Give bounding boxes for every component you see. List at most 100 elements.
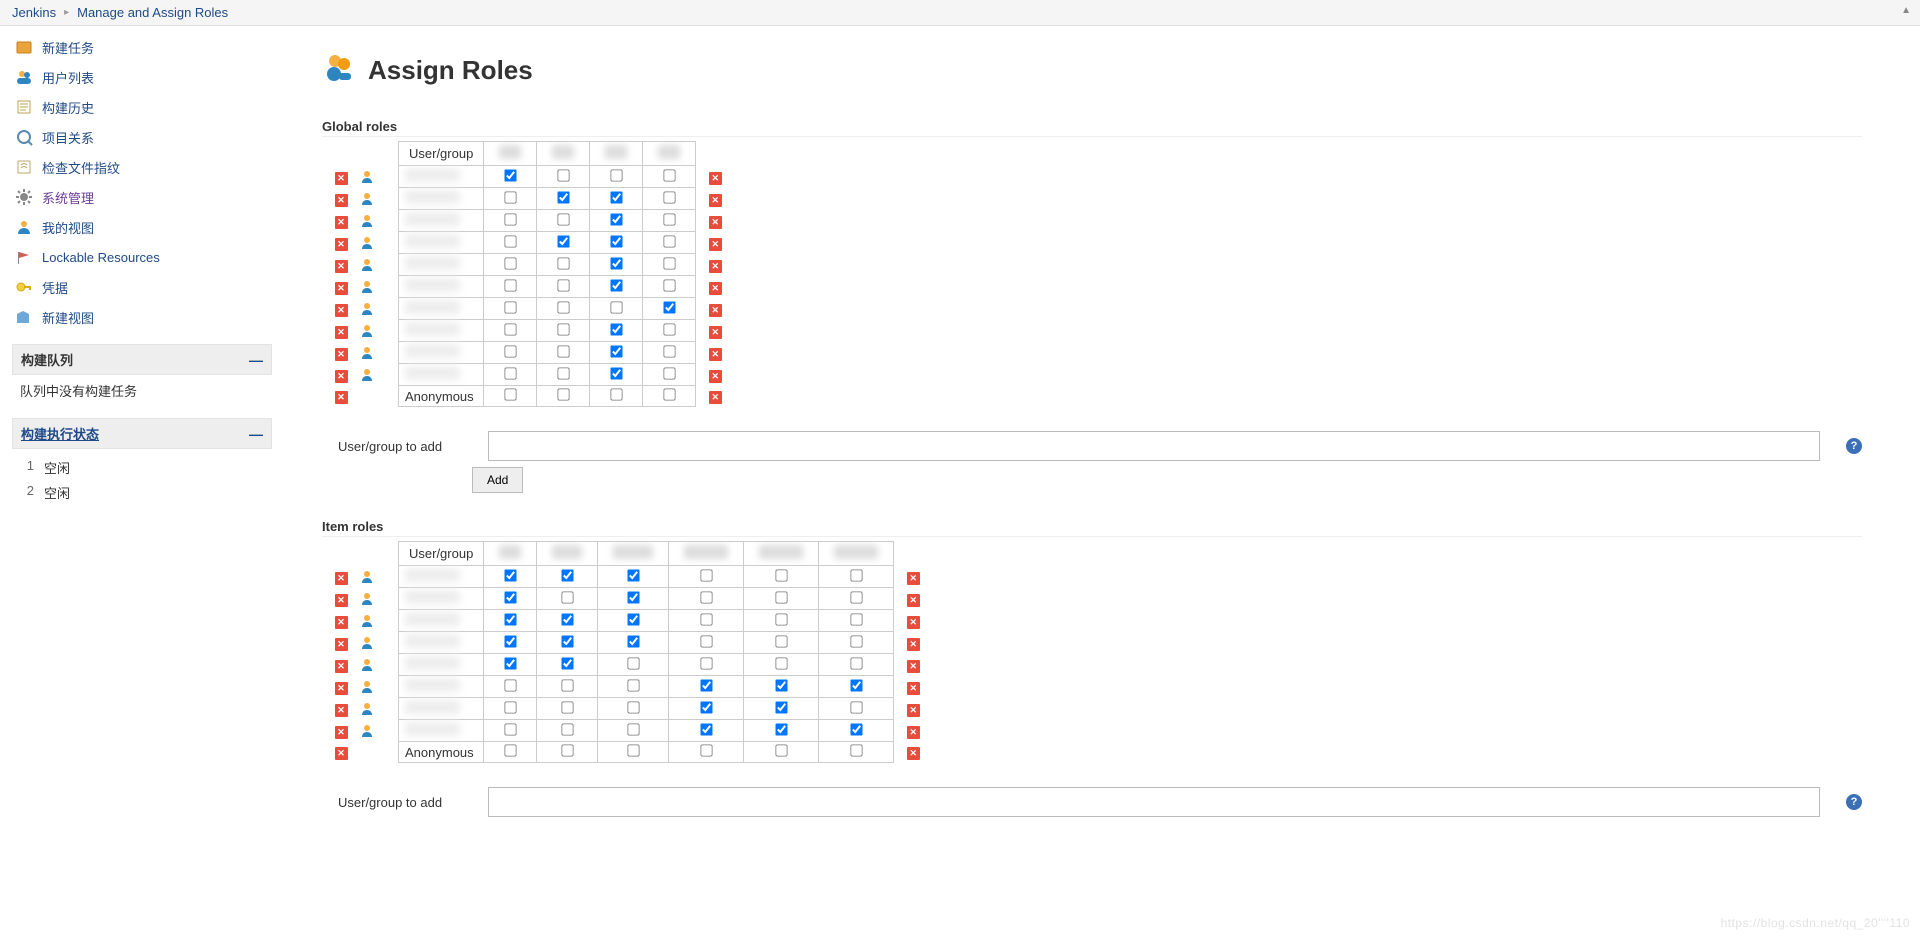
role-checkbox[interactable]	[610, 301, 622, 313]
delete-row-button[interactable]: ✕	[709, 370, 722, 383]
role-checkbox[interactable]	[700, 613, 712, 625]
delete-row-button[interactable]: ✕	[907, 638, 920, 651]
role-checkbox[interactable]	[700, 591, 712, 603]
delete-row-button[interactable]: ✕	[335, 370, 348, 383]
role-checkbox[interactable]	[610, 235, 622, 247]
delete-row-button[interactable]: ✕	[709, 326, 722, 339]
role-checkbox[interactable]	[557, 191, 569, 203]
role-checkbox[interactable]	[627, 701, 639, 713]
delete-row-button[interactable]: ✕	[709, 282, 722, 295]
sidebar-item-label[interactable]: 用户列表	[42, 68, 94, 87]
role-checkbox[interactable]	[663, 257, 675, 269]
delete-row-button[interactable]: ✕	[907, 660, 920, 673]
sidebar-item-new-item[interactable]: 新建任务	[12, 32, 292, 62]
delete-row-button[interactable]: ✕	[907, 682, 920, 695]
role-checkbox[interactable]	[627, 569, 639, 581]
role-checkbox[interactable]	[561, 591, 573, 603]
delete-row-button[interactable]: ✕	[335, 238, 348, 251]
role-checkbox[interactable]	[775, 569, 787, 581]
role-checkbox[interactable]	[775, 591, 787, 603]
delete-row-button[interactable]: ✕	[335, 682, 348, 695]
role-checkbox[interactable]	[557, 257, 569, 269]
role-checkbox[interactable]	[610, 169, 622, 181]
role-checkbox[interactable]	[557, 213, 569, 225]
role-checkbox[interactable]	[610, 257, 622, 269]
role-checkbox[interactable]	[775, 679, 787, 691]
role-checkbox[interactable]	[850, 701, 862, 713]
delete-row-button[interactable]: ✕	[709, 172, 722, 185]
role-checkbox[interactable]	[557, 367, 569, 379]
role-checkbox[interactable]	[610, 279, 622, 291]
role-checkbox[interactable]	[663, 367, 675, 379]
role-checkbox[interactable]	[504, 613, 516, 625]
delete-row-button[interactable]: ✕	[335, 326, 348, 339]
role-checkbox[interactable]	[663, 191, 675, 203]
delete-row-button[interactable]: ✕	[335, 348, 348, 361]
role-checkbox[interactable]	[850, 591, 862, 603]
role-checkbox[interactable]	[610, 388, 622, 400]
delete-row-button[interactable]: ✕	[709, 216, 722, 229]
item-add-input[interactable]	[488, 787, 1820, 817]
sidebar-item-fingerprint[interactable]: 检查文件指纹	[12, 152, 292, 182]
executor-title[interactable]: 构建执行状态	[21, 424, 99, 443]
role-checkbox[interactable]	[627, 679, 639, 691]
role-checkbox[interactable]	[700, 635, 712, 647]
role-checkbox[interactable]	[504, 169, 516, 181]
role-checkbox[interactable]	[663, 345, 675, 357]
sidebar-item-gear[interactable]: 系统管理	[12, 182, 292, 212]
help-icon[interactable]: ?	[1846, 794, 1862, 810]
role-checkbox[interactable]	[850, 723, 862, 735]
role-checkbox[interactable]	[700, 657, 712, 669]
delete-row-button[interactable]: ✕	[335, 616, 348, 629]
role-checkbox[interactable]	[610, 367, 622, 379]
delete-row-button[interactable]: ✕	[709, 304, 722, 317]
delete-row-button[interactable]: ✕	[335, 660, 348, 673]
role-checkbox[interactable]	[610, 345, 622, 357]
sidebar-item-label[interactable]: 检查文件指纹	[42, 158, 120, 177]
delete-row-button[interactable]: ✕	[335, 282, 348, 295]
role-checkbox[interactable]	[663, 388, 675, 400]
sidebar-item-label[interactable]: 新建视图	[42, 308, 94, 327]
role-checkbox[interactable]	[627, 744, 639, 756]
role-checkbox[interactable]	[775, 723, 787, 735]
sidebar-item-new-view[interactable]: 新建视图	[12, 302, 292, 332]
sidebar-item-relations[interactable]: 项目关系	[12, 122, 292, 152]
sidebar-item-build-history[interactable]: 构建历史	[12, 92, 292, 122]
collapse-icon[interactable]: —	[249, 353, 263, 367]
role-checkbox[interactable]	[850, 657, 862, 669]
role-checkbox[interactable]	[700, 701, 712, 713]
role-checkbox[interactable]	[610, 213, 622, 225]
delete-row-button[interactable]: ✕	[335, 391, 348, 404]
role-checkbox[interactable]	[557, 169, 569, 181]
breadcrumb-page[interactable]: Manage and Assign Roles	[77, 5, 228, 20]
role-checkbox[interactable]	[663, 213, 675, 225]
role-checkbox[interactable]	[775, 657, 787, 669]
scroll-top-indicator[interactable]: ▲	[1898, 4, 1914, 17]
delete-row-button[interactable]: ✕	[335, 572, 348, 585]
role-checkbox[interactable]	[504, 723, 516, 735]
delete-row-button[interactable]: ✕	[907, 594, 920, 607]
delete-row-button[interactable]: ✕	[335, 726, 348, 739]
role-checkbox[interactable]	[610, 323, 622, 335]
role-checkbox[interactable]	[504, 235, 516, 247]
role-checkbox[interactable]	[557, 345, 569, 357]
role-checkbox[interactable]	[700, 569, 712, 581]
delete-row-button[interactable]: ✕	[335, 304, 348, 317]
delete-row-button[interactable]: ✕	[335, 747, 348, 760]
role-checkbox[interactable]	[504, 323, 516, 335]
role-checkbox[interactable]	[627, 657, 639, 669]
role-checkbox[interactable]	[504, 591, 516, 603]
role-checkbox[interactable]	[775, 613, 787, 625]
role-checkbox[interactable]	[561, 569, 573, 581]
help-icon[interactable]: ?	[1846, 438, 1862, 454]
delete-row-button[interactable]: ✕	[709, 391, 722, 404]
role-checkbox[interactable]	[663, 323, 675, 335]
sidebar-item-people[interactable]: 用户列表	[12, 62, 292, 92]
role-checkbox[interactable]	[504, 191, 516, 203]
role-checkbox[interactable]	[663, 169, 675, 181]
role-checkbox[interactable]	[504, 345, 516, 357]
sidebar-item-label[interactable]: 项目关系	[42, 128, 94, 147]
role-checkbox[interactable]	[504, 279, 516, 291]
role-checkbox[interactable]	[561, 723, 573, 735]
role-checkbox[interactable]	[557, 279, 569, 291]
